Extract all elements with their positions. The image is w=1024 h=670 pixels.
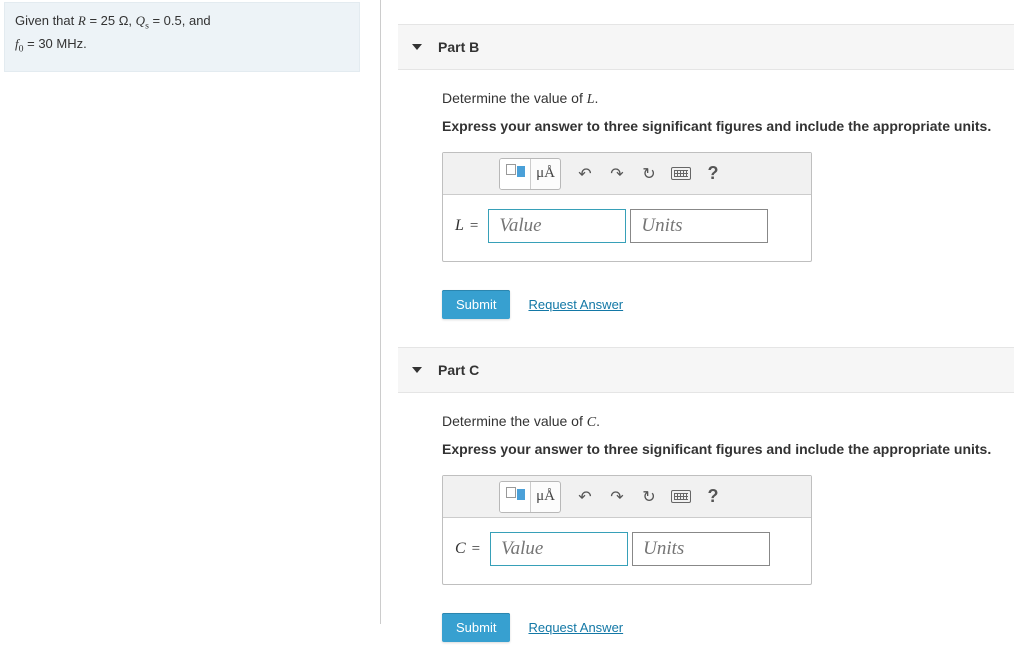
part-b-toolbar: μÅ ↶ ↷ ↻ ? (443, 153, 811, 195)
part-b-prompt: Determine the value of L. (442, 90, 994, 108)
column-divider (380, 0, 381, 624)
units-symbol-button[interactable]: μÅ (530, 482, 560, 512)
keyboard-icon[interactable] (665, 159, 697, 189)
part-b-section: Part B Determine the value of L. Express… (398, 24, 1014, 341)
answer-area: Part B Determine the value of L. Express… (398, 0, 1014, 670)
template-icon[interactable] (500, 482, 530, 512)
part-b-var-label: L (455, 217, 464, 235)
keyboard-icon[interactable] (665, 482, 697, 512)
part-c-header[interactable]: Part C (398, 347, 1014, 393)
equals-sign: = (470, 218, 478, 235)
given-f0-val: = 30 MHz. (24, 36, 87, 51)
part-c-prompt: Determine the value of C. (442, 413, 994, 431)
given-info: Given that R = 25 Ω, Qs = 0.5, and f0 = … (4, 2, 360, 72)
part-b-value-input[interactable] (488, 209, 626, 243)
part-c-title: Part C (438, 362, 479, 378)
var-R: R (78, 13, 86, 28)
chevron-down-icon (412, 44, 422, 50)
part-c-submit-button[interactable]: Submit (442, 613, 510, 642)
part-b-submit-button[interactable]: Submit (442, 290, 510, 319)
given-text: Given that (15, 13, 78, 28)
part-c-submit-row: Submit Request Answer (398, 595, 1014, 664)
chevron-down-icon (412, 367, 422, 373)
part-c-var-label: C (455, 540, 466, 558)
part-c-units-input[interactable] (632, 532, 770, 566)
part-b-units-input[interactable] (630, 209, 768, 243)
part-c-request-answer-link[interactable]: Request Answer (528, 620, 623, 635)
part-c-value-input[interactable] (490, 532, 628, 566)
part-b-instruction: Express your answer to three significant… (442, 118, 994, 134)
given-R-val: = 25 Ω, (86, 13, 136, 28)
template-group: μÅ (499, 158, 561, 190)
equals-sign: = (472, 541, 480, 558)
part-c-input-row: C = (443, 518, 811, 584)
var-Qs: Qs (136, 13, 149, 28)
var-f0: f0 (15, 36, 24, 51)
reset-icon[interactable]: ↻ (633, 482, 665, 512)
part-c-section: Part C Determine the value of C. Express… (398, 347, 1014, 664)
part-b-header[interactable]: Part B (398, 24, 1014, 70)
part-b-request-answer-link[interactable]: Request Answer (528, 297, 623, 312)
reset-icon[interactable]: ↻ (633, 159, 665, 189)
part-c-toolbar: μÅ ↶ ↷ ↻ ? (443, 476, 811, 518)
help-icon[interactable]: ? (697, 159, 729, 189)
template-group: μÅ (499, 481, 561, 513)
part-b-answer-box: μÅ ↶ ↷ ↻ ? L = (442, 152, 812, 262)
part-c-body: Determine the value of C. Express your a… (398, 393, 1014, 595)
part-b-body: Determine the value of L. Express your a… (398, 70, 1014, 272)
part-c-instruction: Express your answer to three significant… (442, 441, 994, 457)
undo-icon[interactable]: ↶ (569, 482, 601, 512)
part-b-title: Part B (438, 39, 479, 55)
template-icon[interactable] (500, 159, 530, 189)
undo-icon[interactable]: ↶ (569, 159, 601, 189)
units-symbol-button[interactable]: μÅ (530, 159, 560, 189)
given-Qs-val: = 0.5, and (149, 13, 211, 28)
part-b-submit-row: Submit Request Answer (398, 272, 1014, 341)
help-icon[interactable]: ? (697, 482, 729, 512)
problem-sidebar: Given that R = 25 Ω, Qs = 0.5, and f0 = … (0, 0, 370, 624)
redo-icon[interactable]: ↷ (601, 159, 633, 189)
part-b-input-row: L = (443, 195, 811, 261)
part-c-answer-box: μÅ ↶ ↷ ↻ ? C = (442, 475, 812, 585)
redo-icon[interactable]: ↷ (601, 482, 633, 512)
